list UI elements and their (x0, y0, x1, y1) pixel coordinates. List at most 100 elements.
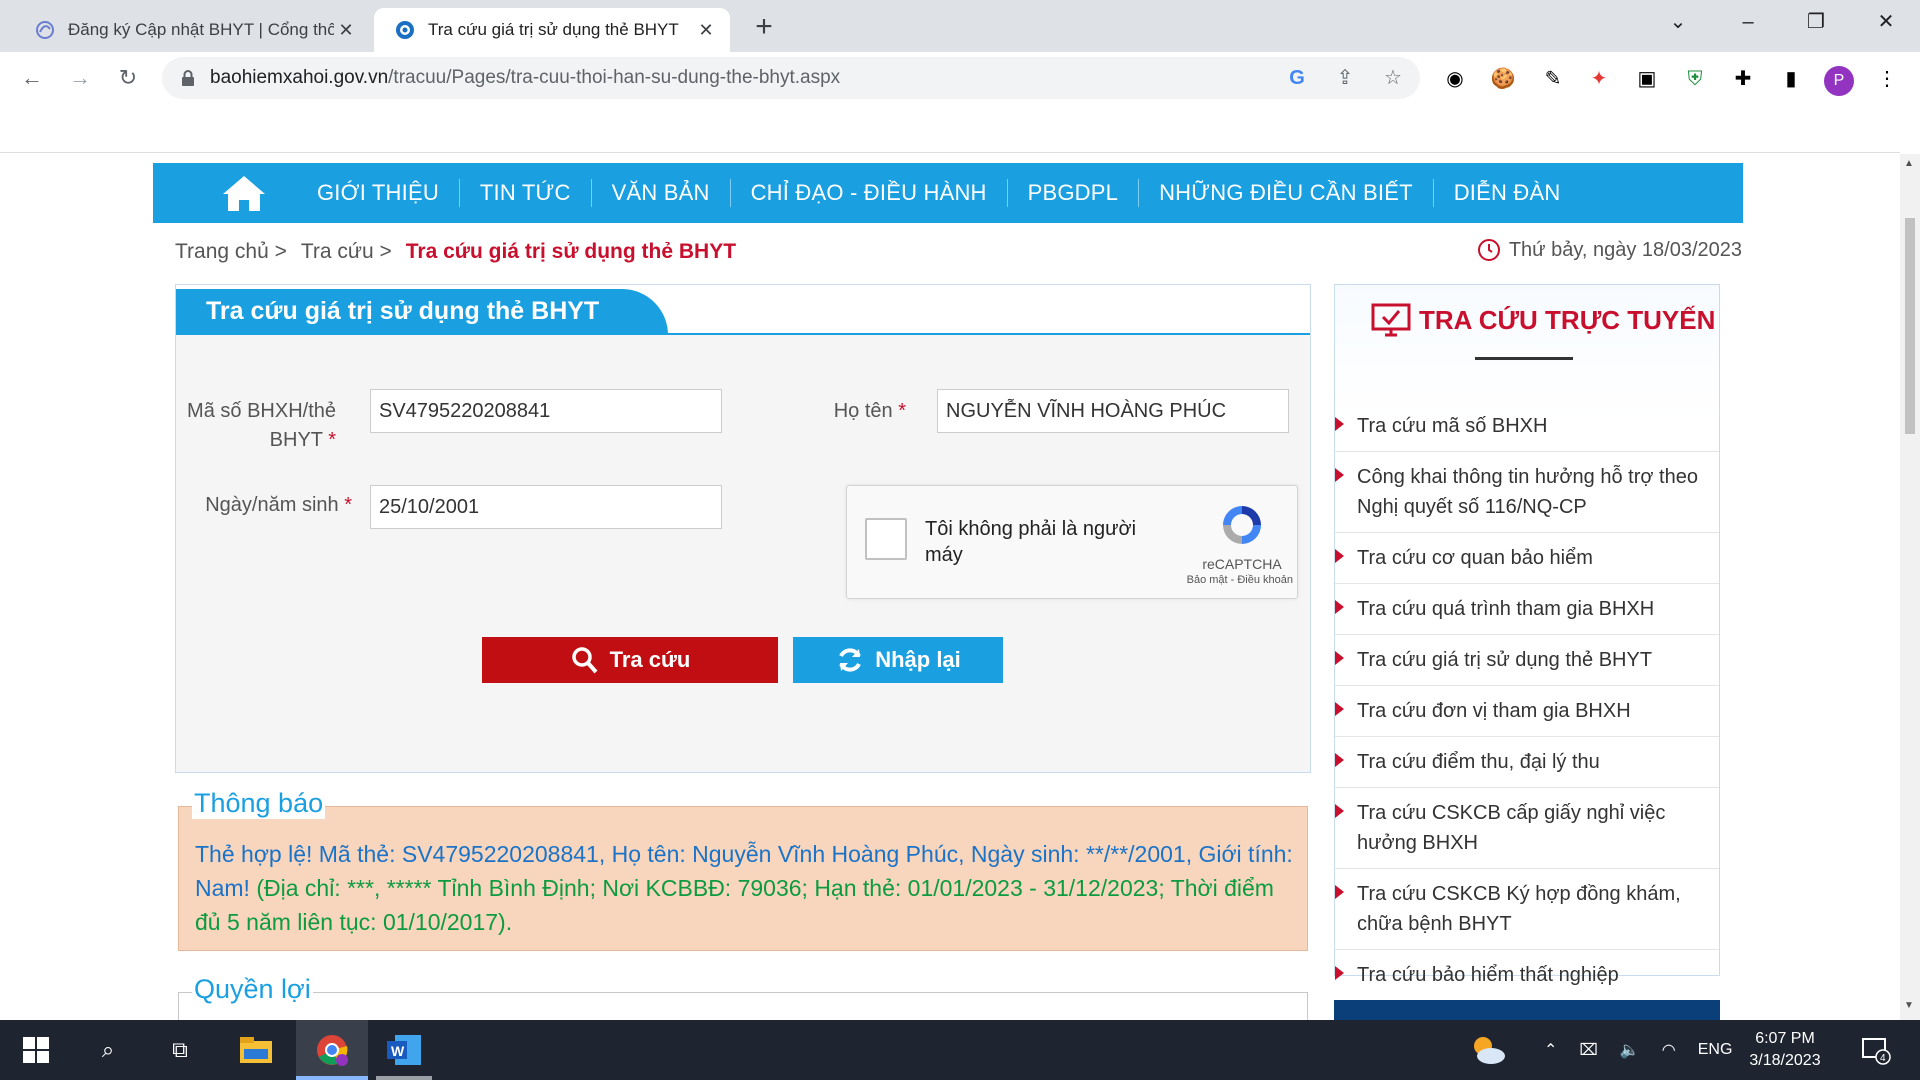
id-label-line1: Mã số BHXH/thẻ (187, 400, 336, 422)
name-field-label: Họ tên * (776, 397, 906, 426)
tab-search-chevron-icon[interactable]: ⌄ (1654, 6, 1702, 38)
google-translate-icon[interactable]: G (1284, 65, 1310, 91)
cookie-extension-icon[interactable]: 🍪 (1488, 64, 1518, 94)
sidebar-item[interactable]: Tra cứu CSKCB cấp giấy nghỉ việc hưởng B… (1335, 788, 1719, 869)
word-running-indicator (376, 1076, 432, 1080)
id-input[interactable]: SV4795220208841 (370, 389, 722, 433)
taskbar-clock[interactable]: 6:07 PM 3/18/2023 (1730, 1028, 1840, 1072)
volume-icon[interactable]: 🔈 (1620, 1040, 1640, 1060)
windows-taskbar: ⌕ ⧉ W ⌃ ⌧ 🔈 ◠ ENG 6:07 PM 3/18/2023 4 (0, 1020, 1920, 1080)
reset-button[interactable]: Nhập lại (793, 637, 1003, 683)
forward-arrow-icon[interactable]: → (64, 62, 96, 94)
close-tab-icon[interactable]: ✕ (694, 18, 718, 42)
sidebar-item-label: Tra cứu mã số BHXH (1357, 415, 1548, 437)
sidebar-item[interactable]: Tra cứu CSKCB Ký hợp đồng khám, chữa bện… (1335, 869, 1719, 950)
nav-item-chi-dao[interactable]: CHỈ ĐẠO - ĐIỀU HÀNH (729, 179, 1007, 207)
sidebar-item[interactable]: Tra cứu cơ quan bảo hiểm (1335, 533, 1719, 584)
sidebar-item[interactable]: Tra cứu bảo hiểm thất nghiệp (1335, 950, 1719, 1000)
color-extension-icon[interactable]: ✦ (1584, 64, 1614, 94)
sidebar-item[interactable]: Tra cứu quá trình tham gia BHXH (1335, 584, 1719, 635)
share-icon[interactable]: ⇪ (1332, 65, 1358, 91)
bookmark-star-icon[interactable]: ☆ (1380, 65, 1406, 91)
extension-shield-icon[interactable]: ◉ (1440, 64, 1470, 94)
close-tab-icon[interactable]: ✕ (334, 18, 358, 42)
browser-tab-strip: Đăng ký Cập nhật BHYT | Cổng thông tin ✕… (0, 0, 1920, 52)
nav-item-dien-dan[interactable]: DIỄN ĐÀN (1432, 179, 1581, 207)
header-divider (0, 152, 1900, 153)
new-tab-button[interactable]: + (748, 12, 780, 44)
sidebar-item-label: Tra cứu đơn vị tham gia BHXH (1357, 700, 1631, 722)
sidebar-banner[interactable] (1334, 1000, 1720, 1020)
scrollbar-thumb[interactable] (1905, 218, 1915, 434)
recaptcha-checkbox[interactable] (865, 518, 907, 560)
windows-start-icon[interactable] (16, 1030, 56, 1070)
search-button-label: Tra cứu (609, 647, 691, 672)
bullet-arrow-icon (1335, 549, 1344, 563)
nav-item-van-ban[interactable]: VĂN BẢN (590, 179, 730, 207)
input-language[interactable]: ENG (1698, 1041, 1733, 1059)
reload-icon[interactable]: ↻ (112, 62, 144, 94)
eyedropper-extension-icon[interactable]: ✎ (1538, 64, 1568, 94)
browser-tab-inactive[interactable]: Đăng ký Cập nhật BHYT | Cổng thông tin ✕ (14, 8, 370, 52)
word-icon[interactable]: W (384, 1030, 424, 1070)
nav-item-gioi-thieu[interactable]: GIỚI THIỆU (297, 179, 459, 207)
sidebar-header: TRA CỨU TRỰC TUYẾN (1335, 285, 1719, 420)
date-text: Thứ bảy, ngày 18/03/2023 (1508, 238, 1742, 261)
page-scrollbar[interactable]: ▲ ▼ (1900, 154, 1920, 1020)
nav-item-tin-tuc[interactable]: TIN TỨC (458, 179, 591, 207)
sidebar-item[interactable]: Tra cứu mã số BHXH (1335, 401, 1719, 452)
sidebar-item[interactable]: Tra cứu điểm thu, đại lý thu (1335, 737, 1719, 788)
notification-count: 4 (1880, 1053, 1886, 1064)
recaptcha-logo-icon (1223, 506, 1261, 544)
form-title: Tra cứu giá trị sử dụng thẻ BHYT (176, 289, 668, 335)
home-icon[interactable] (219, 173, 269, 213)
nav-item-nhung-dieu-can-biet[interactable]: NHỮNG ĐIỀU CẦN BIẾT (1138, 179, 1433, 207)
sidebar-item[interactable]: Tra cứu đơn vị tham gia BHXH (1335, 686, 1719, 737)
side-panel-icon[interactable]: ▮ (1776, 64, 1806, 94)
task-view-icon[interactable]: ⧉ (160, 1030, 200, 1070)
wifi-icon[interactable]: ◠ (1662, 1040, 1676, 1060)
browser-tab-active[interactable]: Tra cứu giá trị sử dụng thẻ BHYT ✕ (374, 8, 730, 52)
chrome-icon[interactable] (312, 1030, 352, 1070)
dob-input[interactable]: 25/10/2001 (370, 485, 722, 529)
search-icon[interactable]: ⌕ (88, 1030, 128, 1070)
name-input[interactable]: NGUYỄN VĨNH HOÀNG PHÚC (937, 389, 1289, 433)
restore-icon[interactable]: ❐ (1792, 6, 1840, 38)
account-extension-icon[interactable]: ▣ (1632, 64, 1662, 94)
url-host: baohiemxahoi.gov.vn (210, 67, 389, 88)
form-header: Tra cứu giá trị sử dụng thẻ BHYT (176, 285, 1310, 335)
notifications-icon[interactable]: 4 (1856, 1030, 1896, 1070)
sidebar-title: TRA CỨU TRỰC TUYẾN (1371, 303, 1715, 337)
scroll-up-icon[interactable]: ▲ (1904, 158, 1914, 169)
address-bar[interactable]: baohiemxahoi.gov.vn/tracuu/Pages/tra-cuu… (162, 57, 1420, 99)
chrome-menu-icon[interactable]: ⋮ (1872, 64, 1902, 94)
dob-label: Ngày/năm sinh (205, 494, 339, 516)
sidebar-item[interactable]: Công khai thông tin hưởng hỗ trợ theo Ng… (1335, 452, 1719, 533)
sidebar-item-label: Tra cứu quá trình tham gia BHXH (1357, 598, 1655, 620)
profile-avatar[interactable]: P (1824, 66, 1854, 96)
required-mark: * (328, 429, 336, 451)
nav-item-pbgdpl[interactable]: PBGDPL (1006, 179, 1138, 207)
breadcrumb-section[interactable]: Tra cứu > (301, 240, 392, 264)
notice-detail-text: (Địa chỉ: ***, ***** Tỉnh Bình Định; Nơi… (195, 875, 1274, 935)
file-explorer-icon[interactable] (236, 1030, 276, 1070)
breadcrumb-home[interactable]: Trang chủ > (175, 240, 287, 264)
name-label: Họ tên (833, 400, 893, 422)
weather-icon[interactable] (1468, 1030, 1508, 1070)
bullet-arrow-icon (1335, 468, 1344, 482)
extensions-puzzle-icon[interactable]: ✚ (1728, 64, 1758, 94)
recaptcha-terms[interactable]: Bảo mật - Điều khoản (1157, 574, 1293, 586)
sidebar-item[interactable]: Tra cứu giá trị sử dụng thẻ BHYT (1335, 635, 1719, 686)
bhyt-favicon-icon (34, 19, 56, 41)
adblock-extension-icon[interactable]: ⛨ (1680, 64, 1710, 94)
required-mark: * (344, 494, 352, 516)
scroll-down-icon[interactable]: ▼ (1904, 1000, 1914, 1011)
network-icon[interactable]: ⌧ (1579, 1040, 1597, 1060)
back-arrow-icon[interactable]: ← (16, 62, 48, 94)
search-button[interactable]: Tra cứu (482, 637, 778, 683)
bhxh-favicon-icon (394, 19, 416, 41)
recaptcha-text: Tôi không phải là người máy (925, 518, 1137, 566)
minimize-icon[interactable]: – (1724, 6, 1772, 38)
tray-chevron-up-icon[interactable]: ⌃ (1544, 1040, 1557, 1060)
close-window-icon[interactable]: ✕ (1862, 6, 1910, 38)
